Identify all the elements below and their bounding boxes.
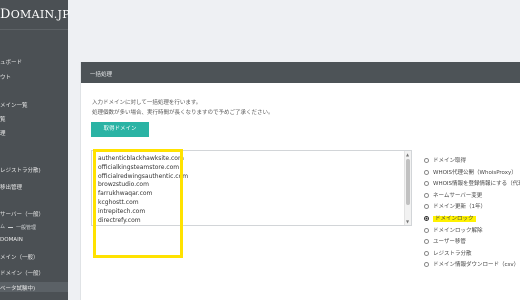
radio-button[interactable]	[424, 239, 429, 245]
sidebar-item[interactable]: レジストラ分散)	[0, 166, 68, 174]
sidebar-item[interactable]: メイン一覧	[0, 101, 68, 109]
panel-header: 一括処理	[81, 62, 520, 83]
action-option[interactable]: WHOIS代理公開（WhoisProxy）	[424, 168, 517, 178]
action-option[interactable]: ドメインロック	[424, 214, 476, 224]
sidebar-item[interactable]: 覧	[0, 115, 68, 123]
radio-button[interactable]	[424, 227, 429, 233]
acquired-domains-button[interactable]: 取得ドメイン	[91, 122, 149, 137]
action-option[interactable]: レジストラ分散	[424, 249, 472, 259]
action-option[interactable]: ドメイン更新（1年）	[424, 202, 486, 212]
sidebar-item[interactable]: 移出管理	[0, 183, 68, 191]
logo-text: OMAIN.JP	[10, 8, 70, 21]
action-option[interactable]: ドメイン情報ダウンロード（csv）	[424, 260, 519, 270]
sidebar-item[interactable]: ウト	[0, 73, 68, 81]
radio-button[interactable]	[424, 204, 429, 210]
sidebar-item[interactable]: ュボード	[0, 58, 68, 66]
sidebar-item[interactable]: 理	[0, 129, 68, 137]
domain-line: officialkingsteamstore.com	[98, 163, 180, 171]
sidebar-subitem[interactable]: 一般管理	[8, 224, 73, 231]
textarea-scrollbar[interactable]: ▲ ▼	[404, 151, 411, 225]
description-line-1: 入力ドメインに対して一括処理を行います。	[92, 100, 202, 106]
action-option-label: ドメイン取得	[433, 158, 467, 164]
scroll-up-icon[interactable]: ▲	[406, 152, 409, 157]
domain-line: browzstudio.com	[98, 181, 149, 189]
radio-button[interactable]	[424, 158, 429, 163]
action-option-label: WHOIS代理公開（WhoisProxy）	[433, 169, 517, 176]
radio-button[interactable]	[424, 192, 429, 198]
action-option[interactable]: ユーザー移管	[424, 237, 466, 247]
action-option-label: レジストラ分散	[433, 250, 472, 257]
sidebar-item[interactable]: ベータ試験中)	[0, 284, 68, 292]
action-option-label: ユーザー移管	[433, 239, 466, 246]
sidebar-item[interactable]: メイン（一般）	[0, 253, 68, 261]
sidebar-divider	[0, 29, 68, 30]
domain-line: officialredwingsauthentic.com	[98, 172, 189, 180]
domain-list-lines: authenticblackhawksite.com officialkingst…	[98, 155, 188, 225]
radio-button[interactable]	[424, 181, 429, 187]
sidebar-item[interactable]: ドメイン（一般）	[0, 269, 68, 277]
domain-line: farrukhwaqar.com	[98, 190, 153, 198]
logo[interactable]: DOMAIN.JP	[0, 7, 70, 22]
bulk-process-panel: 一括処理 入力ドメインに対して一括処理を行います。 処理個数が多い場合、実行時間…	[80, 62, 520, 300]
action-option[interactable]: ドメイン取得	[424, 156, 466, 166]
bullet-icon	[8, 227, 13, 228]
radio-button[interactable]	[424, 169, 429, 175]
action-option[interactable]: ネームサーバー変更	[424, 191, 482, 201]
scroll-down-icon[interactable]: ▼	[406, 219, 409, 224]
domain-list-textarea[interactable]: authenticblackhawksite.com officialkingst…	[91, 150, 412, 226]
domain-line: intrepitech.com	[98, 207, 146, 215]
radio-button[interactable]	[424, 250, 429, 256]
logo-initial: D	[0, 7, 11, 22]
action-option[interactable]: ドメインロック解除	[424, 226, 483, 236]
action-option[interactable]: WHOIS情報を登録情報にする（代理	[424, 179, 520, 189]
action-option-label: ドメイン更新（1年）	[433, 204, 486, 211]
radio-button[interactable]	[424, 216, 429, 221]
action-option-label: ドメインロック	[433, 216, 476, 222]
action-option-label: ドメイン情報ダウンロード（csv）	[433, 262, 520, 269]
sidebar: DOMAIN.JP ュボードウトメイン一覧覧理レジストラ分散) 移出管理サーバー（…	[0, 0, 70, 300]
scroll-thumb[interactable]	[406, 159, 410, 205]
sidebar-subitem-label: ム	[0, 224, 6, 230]
sidebar-item[interactable]: DOMAIN	[0, 237, 68, 243]
sidebar-subitem-label: 一般管理	[16, 225, 37, 231]
action-option-label: WHOIS情報を登録情報にする（代理	[433, 181, 520, 188]
action-option-label: ネームサーバー変更	[433, 192, 483, 199]
action-option-label: ドメインロック解除	[433, 227, 483, 234]
description-line-2: 処理個数が多い場合、実行時間が長くなりますので予めご了承ください。	[92, 110, 274, 116]
sidebar-item[interactable]: サーバー（一般）	[0, 210, 68, 218]
panel-title: 一括処理	[90, 72, 113, 78]
domain-line: directrefy.com	[98, 216, 141, 224]
domain-line: authenticblackhawksite.com	[98, 155, 184, 162]
radio-button[interactable]	[424, 262, 429, 268]
domain-line: kcghostt.com	[98, 198, 139, 206]
